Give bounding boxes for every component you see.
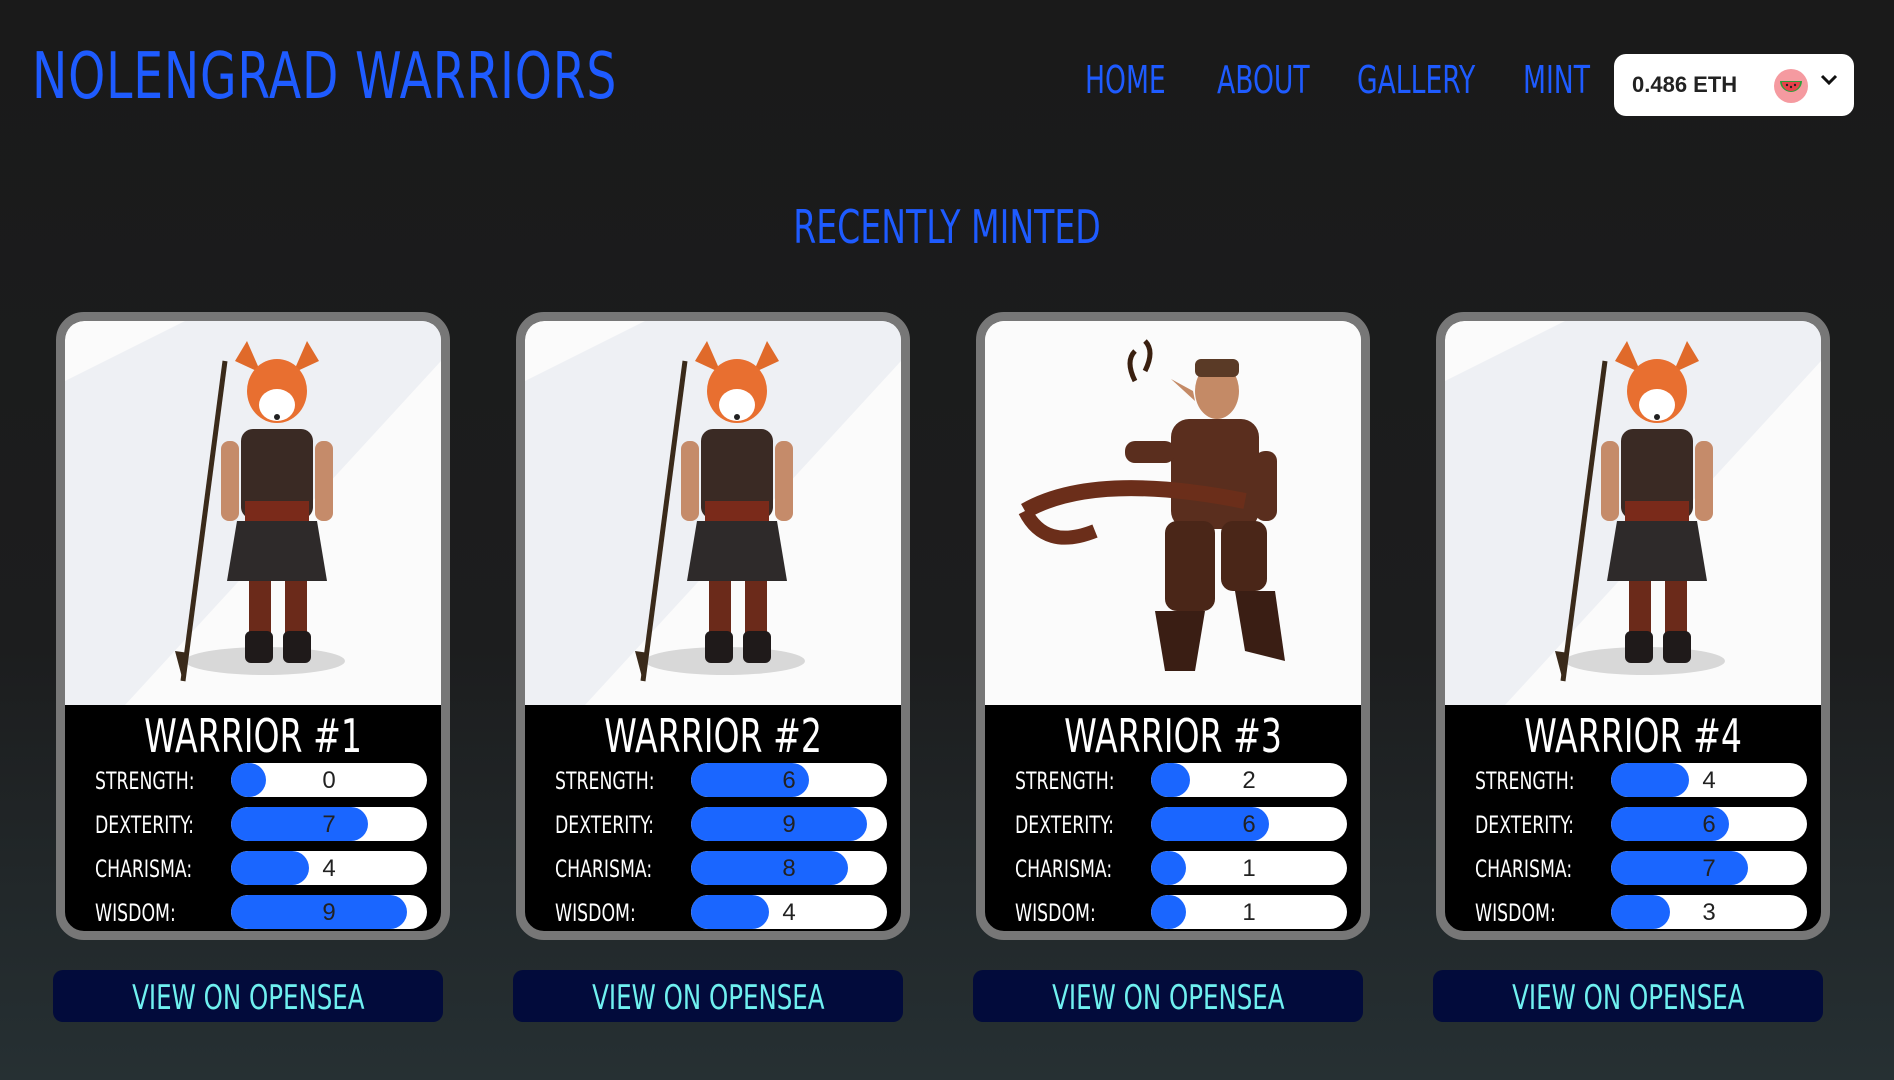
stat-row: WISDOM: 4: [525, 893, 901, 929]
stat-row: WISDOM: 9: [65, 893, 441, 929]
stat-row: STRENGTH: 6: [525, 761, 901, 797]
stat-value: 9: [782, 811, 796, 838]
view-on-opensea-button[interactable]: VIEW ON OPENSEA: [1433, 970, 1823, 1022]
warrior-illustration: [525, 321, 901, 705]
stat-bar: 6: [1611, 807, 1807, 841]
stat-value: 6: [1702, 811, 1716, 838]
chevron-down-icon: [1818, 68, 1840, 96]
stat-row: CHARISMA: 1: [985, 849, 1361, 885]
view-on-opensea-label: VIEW ON OPENSEA: [1511, 978, 1745, 1018]
stat-bar: 1: [1151, 851, 1347, 885]
view-on-opensea-button[interactable]: VIEW ON OPENSEA: [513, 970, 903, 1022]
stat-bar: 0: [231, 763, 427, 797]
stat-row: DEXTERITY: 6: [985, 805, 1361, 841]
nav-home[interactable]: HOME: [1085, 58, 1166, 102]
stat-value: 3: [1702, 899, 1716, 926]
stat-value: 9: [322, 899, 336, 926]
warrior-card[interactable]: WARRIOR #3 STRENGTH: 2 DEXTERITY: 6 CHARISMA:…: [976, 312, 1370, 940]
stat-row: CHARISMA: 7: [1445, 849, 1821, 885]
stat-label: DEXTERITY:: [1475, 811, 1574, 839]
stat-bar: 2: [1151, 763, 1347, 797]
stat-label: CHARISMA:: [555, 855, 653, 883]
stat-label: STRENGTH:: [555, 767, 655, 795]
stat-bar: 7: [1611, 851, 1807, 885]
view-on-opensea-button[interactable]: VIEW ON OPENSEA: [53, 970, 443, 1022]
stat-bar: 8: [691, 851, 887, 885]
stat-row: STRENGTH: 0: [65, 761, 441, 797]
warrior-image: [65, 321, 441, 705]
stat-bar: 9: [691, 807, 887, 841]
stat-value: 1: [1242, 899, 1256, 926]
section-title: RECENTLY MINTED: [793, 200, 1101, 254]
stat-label: CHARISMA:: [1015, 855, 1113, 883]
stat-label: STRENGTH:: [1015, 767, 1115, 795]
stat-bar: 4: [231, 851, 427, 885]
stat-row: DEXTERITY: 6: [1445, 805, 1821, 841]
view-on-opensea-button[interactable]: VIEW ON OPENSEA: [973, 970, 1363, 1022]
stat-bar: 7: [231, 807, 427, 841]
stat-bar: 4: [1611, 763, 1807, 797]
warrior-card[interactable]: WARRIOR #1 STRENGTH: 0 DEXTERITY: 7 CHARISMA:…: [56, 312, 450, 940]
site-logo[interactable]: NOLENGRAD WARRIORS: [32, 40, 617, 114]
stat-value: 8: [782, 855, 796, 882]
warrior-title: WARRIOR #4: [1524, 709, 1742, 763]
warrior-illustration: [985, 321, 1361, 705]
wallet-balance: 0.486 ETH: [1632, 72, 1738, 97]
stat-bar: 4: [691, 895, 887, 929]
warrior-title: WARRIOR #1: [144, 709, 362, 763]
stat-label: WISDOM:: [1015, 899, 1096, 927]
stat-value: 4: [1702, 767, 1716, 794]
stat-label: WISDOM:: [555, 899, 636, 927]
stat-label: STRENGTH:: [95, 767, 195, 795]
stat-label: WISDOM:: [95, 899, 176, 927]
warrior-image: [985, 321, 1361, 705]
stat-value: 7: [1702, 855, 1716, 882]
view-on-opensea-label: VIEW ON OPENSEA: [591, 978, 825, 1018]
stat-bar: 9: [231, 895, 427, 929]
stat-label: STRENGTH:: [1475, 767, 1575, 795]
stat-value: 7: [322, 811, 336, 838]
stat-value: 2: [1242, 767, 1256, 794]
stat-bar: 1: [1151, 895, 1347, 929]
warrior-card[interactable]: WARRIOR #4 STRENGTH: 4 DEXTERITY: 6 CHARISMA:…: [1436, 312, 1830, 940]
stat-value: 0: [322, 767, 336, 794]
stat-label: DEXTERITY:: [1015, 811, 1114, 839]
watermelon-icon: [1774, 69, 1808, 103]
stat-value: 1: [1242, 855, 1256, 882]
stat-row: STRENGTH: 2: [985, 761, 1361, 797]
stat-row: CHARISMA: 8: [525, 849, 901, 885]
warrior-image: [1445, 321, 1821, 705]
nav-about[interactable]: ABOUT: [1217, 58, 1310, 102]
view-on-opensea-label: VIEW ON OPENSEA: [131, 978, 365, 1018]
stat-row: DEXTERITY: 9: [525, 805, 901, 841]
stat-label: DEXTERITY:: [95, 811, 194, 839]
stat-label: CHARISMA:: [95, 855, 193, 883]
stat-bar: 3: [1611, 895, 1807, 929]
nav-mint[interactable]: MINT: [1523, 58, 1590, 102]
stat-value: 4: [322, 855, 336, 882]
stat-label: WISDOM:: [1475, 899, 1556, 927]
site-header: NOLENGRAD WARRIORS HOME ABOUT GALLERY MI…: [0, 0, 1894, 170]
nav-gallery[interactable]: GALLERY: [1357, 58, 1475, 102]
stat-value: 6: [782, 767, 796, 794]
stat-value: 6: [1242, 811, 1256, 838]
warrior-card[interactable]: WARRIOR #2 STRENGTH: 6 DEXTERITY: 9 CHARISMA:…: [516, 312, 910, 940]
stat-label: DEXTERITY:: [555, 811, 654, 839]
stat-row: CHARISMA: 4: [65, 849, 441, 885]
stat-row: DEXTERITY: 7: [65, 805, 441, 841]
warrior-illustration: [1445, 321, 1821, 705]
stat-label: CHARISMA:: [1475, 855, 1573, 883]
stat-value: 4: [782, 899, 796, 926]
stat-bar: 6: [691, 763, 887, 797]
view-on-opensea-label: VIEW ON OPENSEA: [1051, 978, 1285, 1018]
stat-row: WISDOM: 3: [1445, 893, 1821, 929]
warrior-image: [525, 321, 901, 705]
stat-row: WISDOM: 1: [985, 893, 1361, 929]
warrior-title: WARRIOR #2: [604, 709, 822, 763]
warrior-illustration: [65, 321, 441, 705]
wallet-button[interactable]: 0.486 ETH: [1614, 54, 1854, 116]
warrior-title: WARRIOR #3: [1064, 709, 1282, 763]
stat-row: STRENGTH: 4: [1445, 761, 1821, 797]
stat-bar: 6: [1151, 807, 1347, 841]
